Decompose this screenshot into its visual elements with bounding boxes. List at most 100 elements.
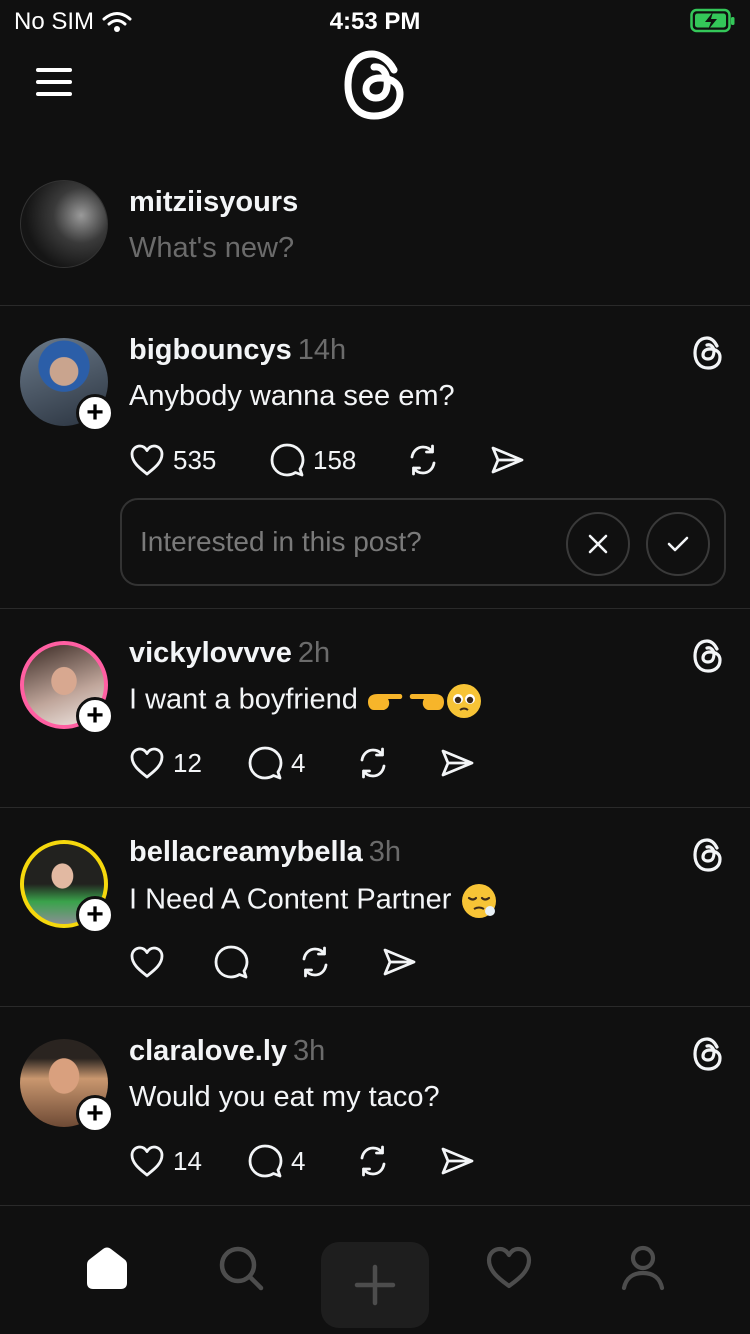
- repost-button[interactable]: [405, 442, 489, 478]
- share-button[interactable]: [381, 944, 417, 980]
- check-icon: [667, 536, 689, 552]
- avatar-container: +: [20, 1039, 114, 1133]
- tab-bar: [0, 1206, 750, 1334]
- repost-button[interactable]: [297, 944, 381, 980]
- reply-count: 158: [313, 444, 357, 475]
- send-icon: [441, 749, 474, 777]
- menu-line: [36, 80, 72, 84]
- interested-button[interactable]: [646, 512, 710, 576]
- menu-button[interactable]: [36, 68, 76, 98]
- post-text: I Need A Content Partner: [129, 883, 452, 916]
- like-button[interactable]: [129, 945, 213, 979]
- post-actions: 14 4: [129, 1141, 475, 1181]
- post-text: Would you eat my taco?: [129, 1081, 440, 1113]
- battery-icon: [690, 8, 736, 39]
- post: + vickylovvve 2h I want a boyfriend 12 4: [0, 609, 750, 808]
- heart-icon: [130, 1145, 164, 1177]
- tab-home[interactable]: [75, 1236, 139, 1300]
- share-button[interactable]: [489, 442, 525, 478]
- post-actions: [129, 942, 417, 982]
- heart-icon: [130, 946, 164, 978]
- tab-new-thread[interactable]: [321, 1242, 429, 1328]
- post-username[interactable]: vickylovvve: [129, 637, 292, 669]
- post-text: Anybody wanna see em?: [129, 380, 455, 412]
- status-bar: No SIM 4:53 PM: [0, 0, 750, 42]
- post-time: 14h: [297, 334, 347, 366]
- like-count: 535: [173, 444, 217, 475]
- post-text-row: I want a boyfriend: [129, 683, 482, 719]
- avatar[interactable]: [20, 180, 108, 268]
- post-actions: 535 158: [129, 440, 525, 480]
- pointing-right-emoji-icon: [367, 694, 403, 710]
- pleading-face-emoji-icon: [446, 684, 481, 718]
- share-button[interactable]: [439, 745, 475, 781]
- threads-icon[interactable]: [692, 639, 724, 673]
- post-header: bigbouncys 14h: [129, 334, 346, 367]
- reply-icon: [270, 443, 305, 477]
- menu-line: [36, 92, 72, 96]
- send-icon: [441, 1147, 474, 1175]
- post: + bigbouncys 14h Anybody wanna see em? 53…: [0, 306, 750, 609]
- repost-icon: [302, 946, 328, 978]
- heart-icon: [130, 444, 164, 476]
- repost-icon: [360, 1145, 386, 1177]
- like-count: 12: [173, 747, 202, 778]
- post-time: 3h: [293, 1035, 326, 1067]
- like-button[interactable]: 14: [129, 1144, 247, 1178]
- threads-icon[interactable]: [692, 838, 724, 872]
- send-icon: [491, 446, 524, 474]
- reply-button[interactable]: 158: [269, 442, 405, 478]
- share-button[interactable]: [439, 1143, 475, 1179]
- tab-activity[interactable]: [477, 1236, 541, 1300]
- post-username[interactable]: bellacreamybella: [129, 836, 363, 868]
- interest-text: Interested in this post?: [140, 526, 422, 557]
- post-text: I want a boyfriend: [129, 683, 358, 716]
- threads-icon[interactable]: [692, 1037, 724, 1071]
- follow-button[interactable]: +: [76, 394, 114, 432]
- reply-button[interactable]: [213, 944, 297, 980]
- threads-logo-icon[interactable]: [340, 48, 410, 122]
- repost-icon: [410, 444, 436, 476]
- follow-button[interactable]: +: [76, 896, 114, 934]
- follow-button[interactable]: +: [76, 697, 114, 735]
- interest-prompt: Interested in this post?: [120, 498, 726, 586]
- reply-count: 4: [291, 1145, 306, 1176]
- composer-input[interactable]: What's new?: [129, 232, 529, 265]
- sleepy-face-emoji-icon: [461, 884, 496, 918]
- not-interested-button[interactable]: [566, 512, 630, 576]
- post-actions: 12 4: [129, 743, 475, 783]
- close-icon: [588, 534, 608, 554]
- tab-search[interactable]: [209, 1236, 273, 1300]
- tab-profile[interactable]: [611, 1236, 675, 1300]
- like-button[interactable]: 12: [129, 746, 247, 780]
- avatar-container: +: [20, 641, 114, 735]
- reply-button[interactable]: 4: [247, 1143, 355, 1179]
- post-time: 2h: [297, 637, 331, 669]
- menu-line: [36, 68, 72, 72]
- send-icon: [383, 948, 416, 976]
- avatar-container: +: [20, 338, 114, 432]
- reply-count: 4: [291, 747, 306, 778]
- top-bar: [0, 42, 750, 138]
- post-header: claralove.ly 3h: [129, 1035, 325, 1068]
- follow-button[interactable]: +: [76, 1095, 114, 1133]
- post: + claralove.ly 3h Would you eat my taco? …: [0, 1007, 750, 1206]
- reply-icon: [248, 746, 283, 780]
- composer-username: mitziisyours: [129, 186, 299, 218]
- reply-icon: [248, 1144, 283, 1178]
- activity-icon: [486, 1246, 532, 1289]
- like-button[interactable]: 535: [129, 443, 269, 477]
- threads-icon[interactable]: [692, 336, 724, 370]
- post-username[interactable]: bigbouncys: [129, 334, 292, 366]
- post-username[interactable]: claralove.ly: [129, 1035, 287, 1067]
- new-thread-icon: [354, 1264, 396, 1306]
- repost-button[interactable]: [355, 1143, 439, 1179]
- post-text-row: I Need A Content Partner: [129, 882, 498, 920]
- avatar-container: +: [20, 840, 114, 934]
- reply-button[interactable]: 4: [247, 745, 355, 781]
- profile-icon: [621, 1245, 665, 1291]
- post: + bellacreamybella 3h I Need A Content Pa…: [0, 808, 750, 1007]
- post-header: bellacreamybella 3h: [129, 836, 401, 869]
- clock: 4:53 PM: [329, 8, 421, 35]
- repost-button[interactable]: [355, 745, 439, 781]
